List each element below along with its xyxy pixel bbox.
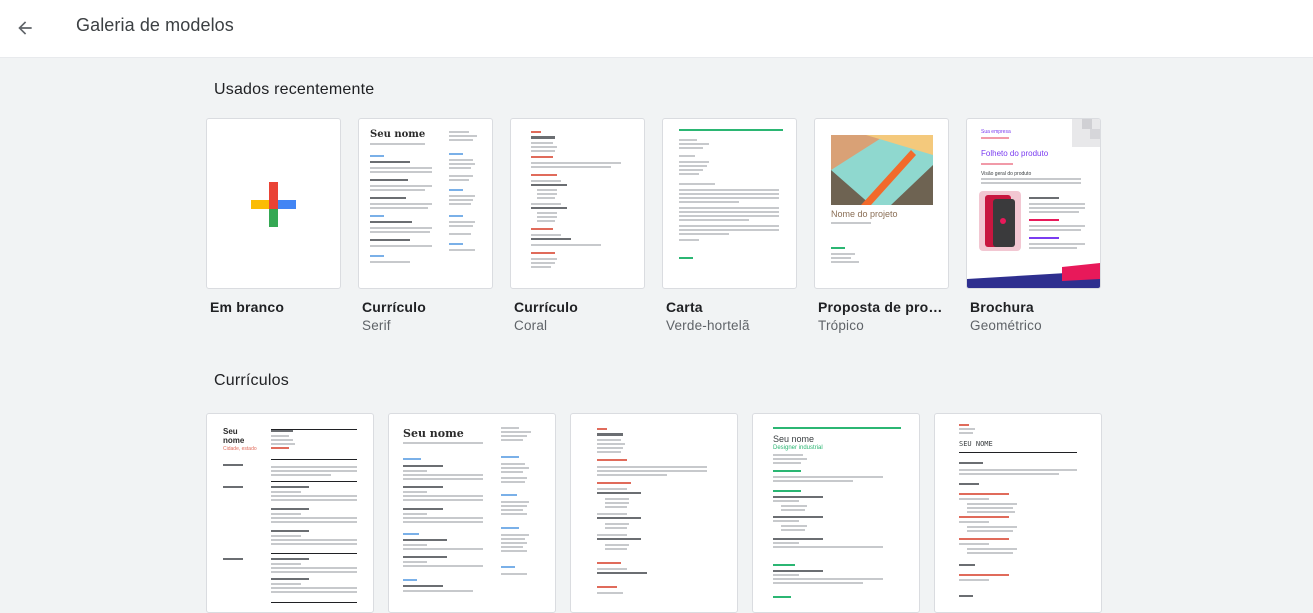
thumb-brochure-company: Sua empresa — [981, 129, 1011, 135]
template-card-resume-serif[interactable]: Seu nome — [358, 118, 493, 289]
template-name: Carta — [666, 299, 703, 315]
template-style: Trópico — [818, 318, 864, 333]
plus-icon — [251, 182, 296, 227]
plus-blue — [278, 200, 296, 209]
template-name: Currículo — [514, 299, 579, 315]
template-card-letter-mint[interactable] — [662, 118, 797, 289]
thumb-brochure-sub: Visão geral do produto — [981, 171, 1032, 177]
back-button[interactable] — [6, 9, 44, 47]
template-style: Geométrico — [970, 318, 1042, 333]
proposal-cover-art — [831, 135, 933, 205]
template-style: Serif — [362, 318, 391, 333]
thumb-name: SEU NOME — [959, 440, 993, 448]
template-name: Currículo — [362, 299, 427, 315]
section-title-resumes: Currículos — [214, 372, 289, 389]
template-card-resume-5[interactable]: SEU NOME — [934, 413, 1102, 613]
template-card-resume-4[interactable]: Seu nome Designer industrial — [752, 413, 920, 613]
thumb-name: Seu nome — [403, 427, 464, 440]
section-title-recent: Usados recentemente — [214, 81, 375, 98]
template-card-resume-1[interactable]: Seu nome Cidade, estado — [206, 413, 374, 613]
plus-yellow — [251, 200, 269, 209]
plus-red — [269, 182, 278, 200]
template-name: Proposta de proj… — [818, 299, 943, 315]
top-bar: Galeria de modelos — [0, 0, 1313, 58]
thumb-role: Cidade, estado — [223, 446, 257, 452]
template-card-brochure-geometric[interactable]: Sua empresa Folheto do produto Visão ger… — [966, 118, 1101, 289]
thumb-name: Seu nome — [370, 129, 426, 140]
template-card-resume-coral[interactable] — [510, 118, 645, 289]
template-name: Brochura — [970, 299, 1034, 315]
page-title: Galeria de modelos — [76, 15, 234, 35]
template-card-resume-3[interactable] — [570, 413, 738, 613]
template-card-resume-2[interactable]: Seu nome — [388, 413, 556, 613]
template-card-blank[interactable] — [206, 118, 341, 289]
template-name: Em branco — [210, 299, 285, 315]
thumb-name: Seu nome — [773, 434, 815, 444]
thumb-role: Designer industrial — [773, 445, 823, 451]
arrow-back-icon — [18, 21, 32, 35]
template-style: Verde-hortelã — [666, 318, 750, 333]
thumb-brochure-title: Folheto do produto — [981, 149, 1049, 158]
template-style: Coral — [514, 318, 548, 333]
plus-green — [269, 209, 278, 227]
template-card-proposal-tropic[interactable]: Nome do projeto — [814, 118, 949, 289]
thumb-proposal-title: Nome do projeto — [831, 209, 898, 219]
thumb-name: Seu nome — [223, 427, 245, 445]
